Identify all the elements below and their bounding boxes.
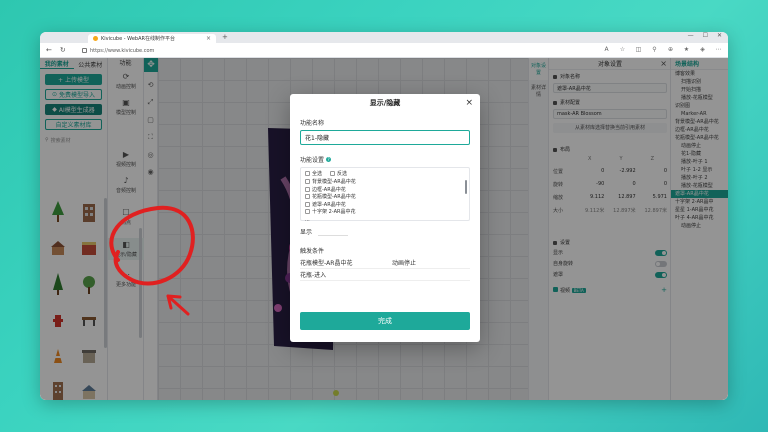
- list-scrollbar[interactable]: [465, 180, 467, 194]
- select-all-checkbox[interactable]: 全选: [305, 170, 322, 177]
- invert-label: 反选: [337, 171, 348, 177]
- display-select[interactable]: [318, 228, 349, 236]
- collections-icon[interactable]: ⊕: [667, 46, 674, 53]
- browser-toolbar: A ☆ ◫ ⚲ ⊕ ★ ◈ ⋯: [603, 46, 722, 53]
- trigger-event[interactable]: 动画停止: [388, 259, 470, 269]
- browser-tab[interactable]: Kivicube - WebAR在线制作平台 ×: [88, 34, 216, 43]
- dialog-title: 显示/隐藏: [369, 99, 401, 107]
- list-item-label: 十字架 2-AR晶中花: [312, 209, 356, 215]
- help-icon[interactable]: ?: [326, 157, 332, 162]
- target-object-list: 全选 反选 背景模型-AR晶中花 边框-AR晶中花 花瓶模型-AR晶中花 遮罩-…: [300, 167, 470, 223]
- list-item[interactable]: 边框-AR晶中花: [305, 186, 465, 195]
- invert-checkbox[interactable]: 反选: [330, 170, 347, 177]
- nav-buttons: ← ↻: [46, 46, 66, 54]
- tab-title: Kivicube - WebAR在线制作平台: [101, 36, 175, 42]
- url-field[interactable]: https://www.kivicube.com: [82, 46, 602, 55]
- list-item-label: 边框-AR晶中花: [312, 186, 346, 193]
- maximize-icon[interactable]: ☐: [703, 32, 708, 39]
- show-hide-dialog: 显示/隐藏 × 功能名称 花1-隐藏 功能设置 ? 全选 反选 背景模型-AR晶…: [290, 94, 480, 342]
- extensions-icon[interactable]: ⚲: [651, 46, 658, 53]
- list-item-label: 遮罩-AR晶中花: [312, 201, 346, 208]
- settings-label: 功能设置: [300, 157, 325, 164]
- favorite-icon[interactable]: ☆: [619, 46, 626, 53]
- trigger-table: 花瓶模型-AR晶中花 动画停止 花瓶-进入: [300, 258, 470, 282]
- trigger-object[interactable]: 花瓶模型-AR晶中花: [300, 259, 388, 269]
- display-label: 显示: [300, 229, 313, 236]
- trigger-object[interactable]: 花瓶-进入: [300, 271, 388, 281]
- browser-window: Kivicube - WebAR在线制作平台 × + — ☐ ✕ ← ↻ htt…: [40, 32, 728, 400]
- new-tab-button[interactable]: +: [222, 33, 228, 41]
- window-controls: — ☐ ✕: [688, 32, 722, 39]
- address-bar: ← ↻ https://www.kivicube.com A ☆ ◫ ⚲ ⊕ ★…: [40, 43, 728, 58]
- select-all-label: 全选: [312, 171, 323, 177]
- function-name-input[interactable]: 花1-隐藏: [300, 130, 470, 145]
- more-icon[interactable]: ⋯: [715, 46, 722, 53]
- minimize-icon[interactable]: —: [688, 32, 694, 39]
- copilot-icon[interactable]: ◈: [699, 46, 706, 53]
- favorites-bar-icon[interactable]: ★: [683, 46, 690, 53]
- done-button[interactable]: 完成: [300, 312, 470, 330]
- refresh-icon[interactable]: ↻: [60, 46, 66, 54]
- list-item: ...: [305, 217, 465, 225]
- favicon-icon: [93, 36, 98, 41]
- url-text: https://www.kivicube.com: [90, 47, 155, 54]
- trigger-label: 触发条件: [300, 248, 325, 255]
- name-label: 功能名称: [300, 120, 325, 127]
- close-window-icon[interactable]: ✕: [717, 32, 722, 39]
- tab-close-icon[interactable]: ×: [206, 35, 211, 42]
- tab-bar: Kivicube - WebAR在线制作平台 × + — ☐ ✕: [40, 32, 728, 43]
- trigger-event[interactable]: [388, 271, 470, 281]
- list-item[interactable]: 背景模型-AR晶中花: [305, 179, 465, 187]
- dialog-close-icon[interactable]: ×: [465, 98, 473, 108]
- read-aloud-icon[interactable]: A: [603, 46, 610, 53]
- list-item[interactable]: 十字架 2-AR晶中花: [305, 209, 465, 217]
- back-icon[interactable]: ←: [46, 46, 52, 54]
- list-item[interactable]: 遮罩-AR晶中花: [305, 201, 465, 210]
- list-item[interactable]: 花瓶模型-AR晶中花: [305, 194, 465, 202]
- split-icon[interactable]: ◫: [635, 46, 642, 53]
- list-item-label: 花瓶模型-AR晶中花: [312, 194, 356, 200]
- list-item-label: ...: [305, 216, 310, 223]
- list-item-label: 背景模型-AR晶中花: [312, 179, 356, 185]
- lock-icon: [82, 48, 87, 53]
